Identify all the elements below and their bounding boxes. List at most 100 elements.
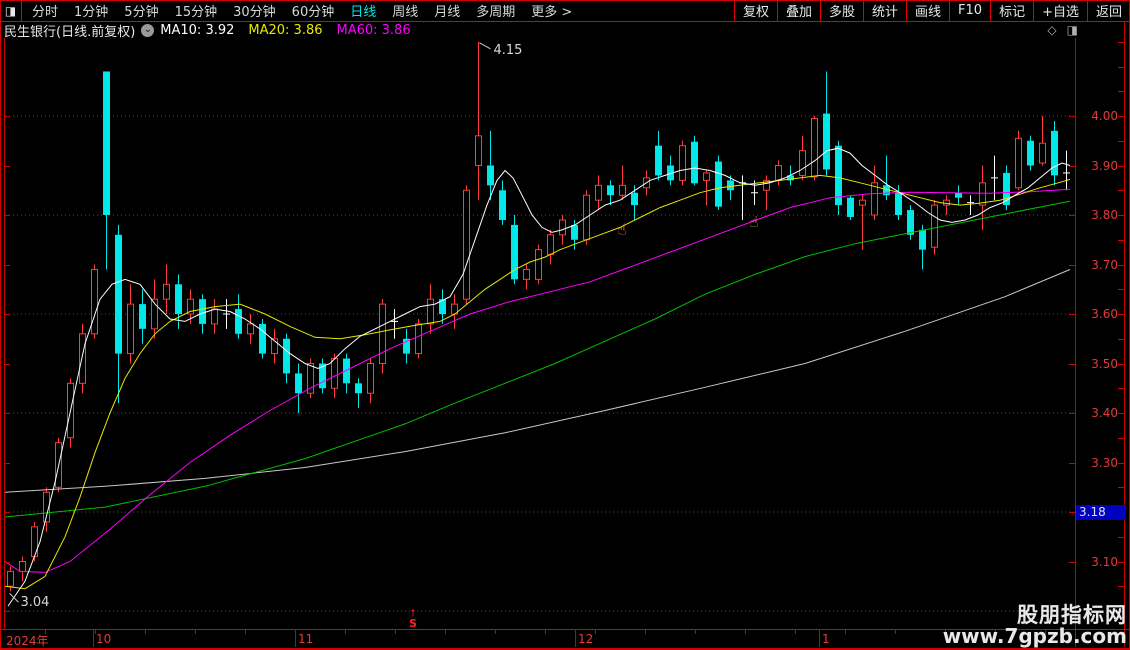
watermark-site-url: www.7gpzb.com xyxy=(942,624,1127,648)
toolbar-button-8[interactable]: 返回 xyxy=(1086,0,1130,21)
svg-text:3.04: 3.04 xyxy=(21,595,50,610)
menu-item-5[interactable]: 60分钟 xyxy=(292,1,335,20)
pane-icon[interactable]: ◨ xyxy=(1067,23,1078,37)
price-axis-label-4.00: 4.00 xyxy=(1091,109,1118,123)
chart-left-tick xyxy=(5,463,10,464)
toolbar-button-7[interactable]: +自选 xyxy=(1033,0,1087,21)
chart-left-tick xyxy=(5,413,10,414)
price-axis-label-3.90: 3.90 xyxy=(1091,158,1118,173)
menu-item-10[interactable]: 更多 > xyxy=(531,1,572,20)
axis-left-tick xyxy=(1069,463,1075,464)
time-axis-week-tick xyxy=(695,630,696,634)
chart-left-tick xyxy=(5,166,10,167)
time-axis-week-tick xyxy=(145,630,146,634)
toolbar-button-4[interactable]: 画线 xyxy=(906,0,949,21)
time-axis-week-tick xyxy=(845,630,846,634)
time-axis-week-tick xyxy=(495,630,496,634)
window-layout-icon[interactable]: ◨ xyxy=(0,0,22,21)
menu-item-4[interactable]: 30分钟 xyxy=(233,1,276,20)
time-axis-week-tick xyxy=(45,630,46,634)
price-axis: 4.00 3.90 3.80 3.70 3.60 3.50 3.40 3.30 3.10 xyxy=(1076,38,1124,629)
chart-left-tick xyxy=(5,265,10,266)
month-divider xyxy=(93,630,94,647)
menu-item-3[interactable]: 15分钟 xyxy=(175,1,218,20)
axis-left-tick xyxy=(1069,512,1075,513)
toolbar-button-0[interactable]: 复权 xyxy=(733,0,777,21)
chart-left-tick xyxy=(5,116,10,117)
price-axis-label-3.10: 3.10 xyxy=(1091,554,1118,569)
price-axis-label-3.60: 3.60 xyxy=(1091,307,1118,321)
chart-left-tick xyxy=(5,364,10,365)
time-axis-week-tick xyxy=(595,630,596,634)
time-axis-week-tick xyxy=(195,630,196,634)
candlestick-chart-canvas[interactable]: 4.153.04☝ ☝↑S xyxy=(5,38,1075,629)
price-axis-label-3.40: 3.40 xyxy=(1091,406,1118,420)
axis-left-tick xyxy=(1069,215,1075,216)
menu-item-1[interactable]: 1分钟 xyxy=(74,1,108,20)
toolbar-button-6[interactable]: 标记 xyxy=(990,0,1033,21)
toolbar-button-1[interactable]: 叠加 xyxy=(776,0,820,21)
watermark: 股朋指标网 www.7gpzb.com xyxy=(943,605,1127,647)
time-axis-week-tick xyxy=(245,630,246,634)
svg-text:4.15: 4.15 xyxy=(494,43,523,58)
chart-left-tick xyxy=(5,562,10,563)
axis-left-tick xyxy=(1069,314,1075,315)
time-axis-week-tick xyxy=(295,630,296,634)
price-axis-label-3.30: 3.30 xyxy=(1091,455,1118,470)
title-bar-icons: ◇ ◨ xyxy=(1047,23,1078,37)
time-axis-week-tick xyxy=(545,630,546,634)
chart-left-tick xyxy=(5,215,10,216)
toolbar-button-2[interactable]: 多股 xyxy=(819,0,863,21)
hand-signal-icon-1: ☝ xyxy=(749,213,758,231)
toolbar-button-3[interactable]: 统计 xyxy=(863,0,906,21)
time-axis-month-label-12: 12 xyxy=(578,632,594,646)
menu-item-7[interactable]: 周线 xyxy=(392,1,418,20)
period-menu: 分时 1分钟 5分钟 15分钟 30分钟 60分钟 日线 周线 月线 多周期 更多 > xyxy=(22,0,572,21)
chart-left-tick xyxy=(5,512,10,513)
time-axis-year-label: 2024年 xyxy=(6,634,49,648)
ma10-legend: MA10: 3.92 xyxy=(160,22,235,38)
title-bar: 民生银行(日线.前复权) ⌄ MA10: 3.92 MA20: 3.86 MA6… xyxy=(0,22,1130,40)
time-axis-week-tick xyxy=(895,630,896,634)
last-price-tag: 3.18 xyxy=(1076,505,1126,520)
diamond-icon[interactable]: ◇ xyxy=(1047,23,1056,37)
menu-item-9[interactable]: 多周期 xyxy=(476,1,515,20)
time-axis-week-tick xyxy=(95,630,96,634)
axis-left-tick xyxy=(1069,364,1075,365)
menu-item-8[interactable]: 月线 xyxy=(434,1,460,20)
time-axis-week-tick xyxy=(645,630,646,634)
chart-left-tick xyxy=(5,314,10,315)
axis-left-tick xyxy=(1069,116,1075,117)
menu-item-2[interactable]: 5分钟 xyxy=(124,1,158,20)
toolbar-button-5[interactable]: F10 xyxy=(949,0,990,21)
period-menu-bar: ◨ 分时 1分钟 5分钟 15分钟 30分钟 60分钟 日线 周线 月线 多周期 更多 > 复权 叠加… xyxy=(0,0,1130,22)
month-divider xyxy=(575,630,576,647)
axis-left-tick xyxy=(1069,265,1075,266)
month-divider xyxy=(819,630,820,647)
hand-signal-icon-0: ☝ xyxy=(617,220,626,238)
stock-title: 民生银行(日线.前复权) xyxy=(4,24,136,40)
toolbar-buttons: 复权 叠加 多股 统计 画线 F10 标记 +自选 返回 xyxy=(733,0,1130,21)
chart-left-tick xyxy=(5,611,10,612)
axis-left-tick xyxy=(1069,562,1075,563)
axis-left-tick xyxy=(1069,413,1075,414)
chevron-down-icon[interactable]: ⌄ xyxy=(141,23,155,37)
sell-signal-label: S xyxy=(409,617,417,629)
time-axis-month-label-10: 10 xyxy=(96,632,112,646)
price-axis-label-3.70: 3.70 xyxy=(1091,257,1118,272)
time-axis-month-label-11: 11 xyxy=(298,632,314,646)
watermark-site-name: 股朋指标网 xyxy=(1017,603,1127,627)
time-axis-month-label-1: 1 xyxy=(822,632,830,646)
axis-left-tick xyxy=(1069,166,1075,167)
menu-item-6[interactable]: 日线 xyxy=(350,1,376,20)
ma20-legend: MA20: 3.86 xyxy=(248,22,323,38)
price-axis-label-3.80: 3.80 xyxy=(1091,208,1118,222)
price-axis-label-3.50: 3.50 xyxy=(1091,356,1118,371)
price-axis-right-border xyxy=(1124,22,1125,647)
menu-item-0[interactable]: 分时 xyxy=(32,1,58,20)
time-axis-week-tick xyxy=(745,630,746,634)
time-axis-week-tick xyxy=(795,630,796,634)
time-axis-week-tick xyxy=(345,630,346,634)
time-axis-week-tick xyxy=(395,630,396,634)
time-axis-week-tick xyxy=(445,630,446,634)
